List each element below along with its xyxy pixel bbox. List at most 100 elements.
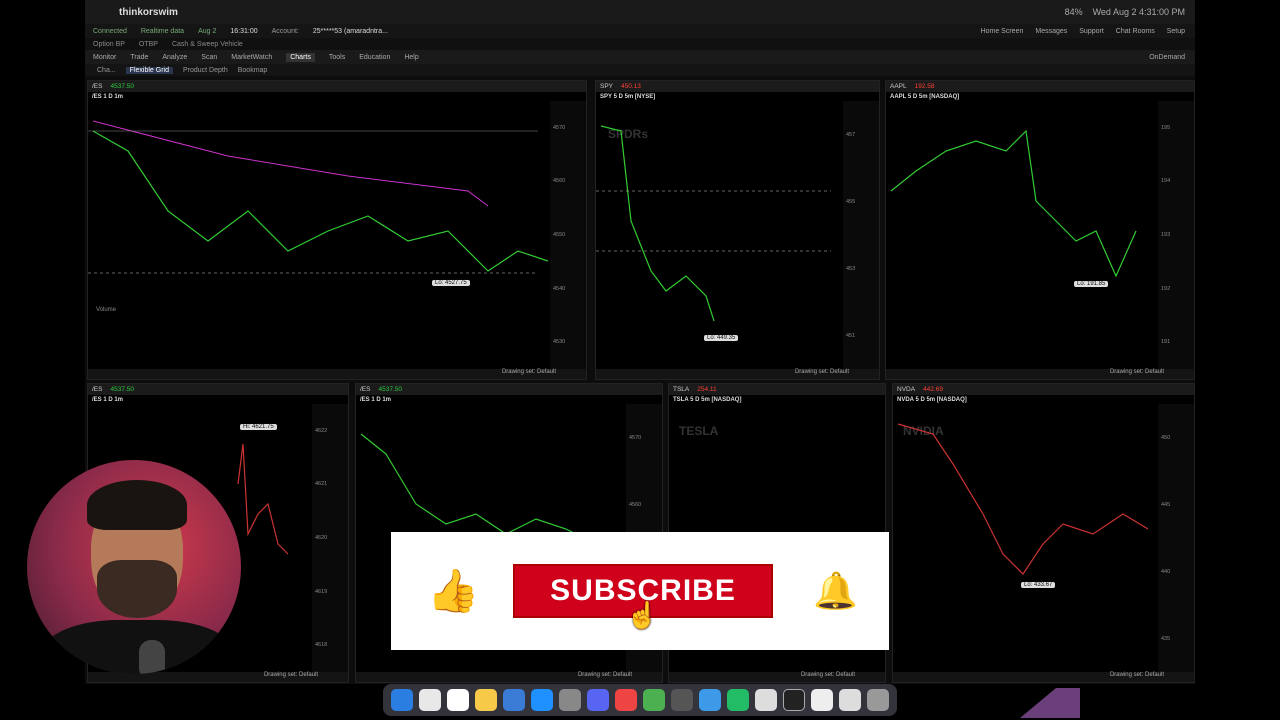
last-price: 4537.50 [378, 386, 402, 393]
presenter-beard [97, 560, 177, 618]
symbol-field[interactable]: SPY [600, 83, 613, 90]
last-price: 192.58 [914, 83, 935, 90]
chat-rooms-button[interactable]: Chat Rooms [1116, 28, 1155, 35]
tesla-watermark: TESLA [679, 424, 719, 438]
menu-analyze[interactable]: Analyze [162, 54, 187, 61]
menu-bar-status: 84% Wed Aug 2 4:31:00 PM [1065, 7, 1185, 17]
vscode-icon[interactable] [671, 689, 693, 711]
terminal-icon[interactable] [783, 689, 805, 711]
notes-icon[interactable] [447, 689, 469, 711]
chart-panel-spy[interactable]: SPY 450.13 SPY 5 D 5m [NYSE] SPDRs Lo: 44… [595, 80, 880, 380]
price-axis: 4570 4560 4550 4540 4530 [550, 101, 586, 369]
slack-icon[interactable] [615, 689, 637, 711]
symbol-field[interactable]: AAPL [890, 83, 907, 90]
tab-bookmap[interactable]: Bookmap [238, 67, 268, 74]
menu-trade[interactable]: Trade [130, 54, 148, 61]
clock[interactable]: Wed Aug 2 4:31:00 PM [1093, 7, 1185, 17]
menu-tools[interactable]: Tools [329, 54, 345, 61]
symbol-field[interactable]: NVDA [897, 386, 915, 393]
status-connected: Connected [93, 27, 127, 35]
xcode-icon[interactable] [503, 689, 525, 711]
presenter-shirt [43, 620, 233, 674]
app-name[interactable]: thinkorswim [119, 7, 178, 18]
low-label: Lo: 433.67 [1021, 582, 1056, 588]
chart-panel-aapl[interactable]: AAPL 192.58 AAPL 5 D 5m [NASDAQ] Lo: 191.… [885, 80, 1195, 380]
last-price: 442.69 [923, 386, 943, 393]
safari-icon[interactable] [699, 689, 721, 711]
last-price: 4537.50 [110, 386, 134, 393]
system-settings-icon[interactable] [559, 689, 581, 711]
app-store-icon[interactable] [531, 689, 553, 711]
status-account-label: Account: [271, 27, 299, 35]
chart-title: /ES 1 D 1m [92, 93, 124, 100]
chart-title: /ES 1 D 1m [360, 396, 392, 403]
preview-icon[interactable] [755, 689, 777, 711]
support-button[interactable]: Support [1079, 28, 1104, 35]
low-label: Lo: 449.35 [704, 335, 739, 341]
wallpaper-accent [1020, 688, 1080, 718]
hand-cursor-icon: ☝ [626, 600, 659, 630]
menu-monitor[interactable]: Monitor [93, 54, 116, 61]
tab-flexible-grid[interactable]: Flexible Grid [125, 66, 173, 74]
drawing-set-footer[interactable]: Drawing set: Default [893, 672, 1194, 682]
chart-title: AAPL 5 D 5m [NASDAQ] [890, 93, 960, 100]
option-bp-label: Option BP [93, 40, 125, 48]
status-row: Connected Realtime data Aug 2 16:31:00 A… [85, 24, 1195, 38]
menu-help[interactable]: Help [404, 54, 418, 61]
chart-panel-es-1[interactable]: /ES 4537.50 /ES 1 D 1m Lo: 4527.75 Volume… [87, 80, 587, 380]
bell-icon[interactable]: 🔔 [813, 568, 858, 614]
status-realtime: Realtime data [140, 27, 185, 35]
chart-title: NVDA 5 D 5m [NASDAQ] [897, 396, 967, 403]
menu-charts[interactable]: Charts [286, 52, 315, 62]
symbol-field[interactable]: /ES [360, 386, 370, 393]
symbol-field[interactable]: /ES [92, 386, 102, 393]
drawing-set-footer[interactable]: Drawing set: Default [669, 672, 885, 682]
price-plot[interactable] [893, 404, 1158, 664]
price-plot[interactable] [886, 101, 1156, 361]
documents-icon[interactable] [839, 689, 861, 711]
last-price: 254.11 [697, 386, 717, 393]
drawing-set-footer[interactable]: Drawing set: Default [886, 369, 1194, 379]
drawing-set-footer[interactable]: Drawing set: Default [356, 672, 662, 682]
volume-label: Volume [96, 307, 117, 313]
main-menu: Monitor Trade Analyze Scan MarketWatch C… [85, 50, 1195, 64]
price-plot[interactable] [88, 101, 548, 361]
chart-panel-nvda[interactable]: NVDA 442.69 NVDA 5 D 5m [NASDAQ] NVIDIA L… [892, 383, 1195, 683]
tab-product-depth[interactable]: Product Depth [183, 67, 228, 74]
microphone [139, 640, 165, 674]
chart-title: TSLA 5 D 5m [NASDAQ] [673, 396, 742, 403]
menu-education[interactable]: Education [359, 54, 390, 61]
thumbs-up-icon[interactable]: 👍 [427, 568, 479, 614]
ondemand-button[interactable]: OnDemand [1149, 54, 1195, 61]
account-selector[interactable]: 25*****53 (amaradntra... [313, 28, 388, 35]
chart-tabs: Cha... Flexible Grid Product Depth Bookm… [85, 64, 1195, 76]
messages-button[interactable]: Messages [1035, 28, 1067, 35]
drawing-set-footer[interactable]: Drawing set: Default [596, 369, 879, 379]
tab-charts[interactable]: Cha... [97, 67, 116, 74]
stickies-icon[interactable] [475, 689, 497, 711]
menu-marketwatch[interactable]: MarketWatch [231, 54, 272, 61]
discord-icon[interactable] [587, 689, 609, 711]
price-axis: 457 455 453 451 [843, 101, 879, 369]
calendar-icon[interactable] [419, 689, 441, 711]
drawing-set-footer[interactable]: Drawing set: Default [88, 369, 586, 379]
price-plot[interactable] [596, 101, 836, 361]
cash-sweep-label: Cash & Sweep Vehicle [171, 40, 243, 48]
setup-button[interactable]: Setup [1167, 28, 1185, 35]
high-label: Hi: 4621.75 [240, 424, 277, 430]
last-price: 4537.50 [110, 83, 134, 90]
home-screen-button[interactable]: Home Screen [981, 28, 1024, 35]
downloads-icon[interactable] [811, 689, 833, 711]
trash-icon[interactable] [867, 689, 889, 711]
price-axis: 450 445 440 435 [1158, 404, 1194, 672]
thinkorswim-icon[interactable] [727, 689, 749, 711]
webcam-overlay [27, 460, 241, 674]
price-axis: 4622 4621 4620 4619 4618 [312, 404, 348, 672]
symbol-field[interactable]: /ES [92, 83, 102, 90]
battery-level[interactable]: 84% [1065, 7, 1083, 17]
chrome-icon[interactable] [643, 689, 665, 711]
menu-scan[interactable]: Scan [201, 54, 217, 61]
presenter-hair [87, 480, 187, 530]
symbol-field[interactable]: TSLA [673, 386, 689, 393]
finder-icon[interactable] [391, 689, 413, 711]
